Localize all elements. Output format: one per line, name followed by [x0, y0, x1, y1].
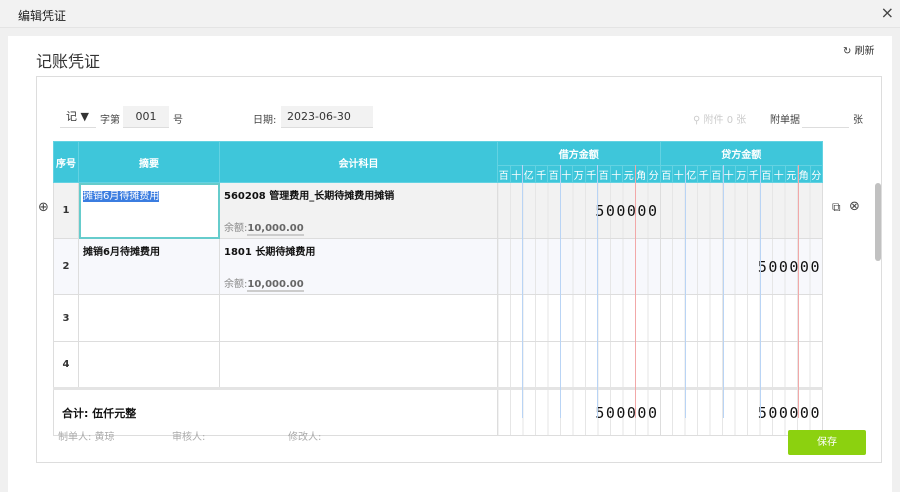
voucher-type-value: 记 — [66, 110, 77, 123]
voucher-table: 序号 摘要 会计科目 借方金额 贷方金额 百十亿千百十万千百十元角分百十亿千百十… — [53, 141, 823, 436]
digit-header: 十 — [722, 165, 736, 183]
digit-header: 百 — [597, 165, 611, 183]
hao-label: 号 — [173, 115, 183, 126]
digit-header: 元 — [784, 165, 798, 183]
summary-cell[interactable] — [78, 341, 220, 389]
digit-separator — [722, 165, 724, 418]
date-label: 日期: — [253, 115, 277, 126]
digit-separator — [760, 165, 761, 418]
digit-separator — [522, 165, 523, 418]
header-account: 会计科目 — [219, 141, 498, 183]
reviewer-label: 审核人: — [172, 432, 206, 443]
copy-row-icon[interactable]: ⧉ — [832, 200, 841, 215]
account-cell[interactable]: 560208 管理费用_长期待摊费用摊销 余额:10,000.00 — [219, 182, 498, 239]
header-credit: 贷方金额 — [659, 141, 823, 166]
maker-label: 制单人: 黄琼 — [58, 432, 115, 443]
digit-header: 百 — [497, 165, 511, 183]
digit-header: 角 — [797, 165, 811, 183]
digit-header: 百 — [759, 165, 773, 183]
row-seq: 4 — [53, 341, 79, 389]
dialog-header: 编辑凭证 × — [0, 0, 900, 28]
digit-header: 元 — [622, 165, 636, 183]
balance: 余额:10,000.00 — [224, 219, 493, 236]
digit-header: 分 — [647, 165, 661, 183]
summary-cell[interactable] — [78, 294, 220, 342]
zhang-label: 张 — [853, 115, 863, 126]
paperclip-icon: ⚲ — [693, 115, 704, 126]
digit-header: 十 — [609, 165, 623, 183]
total-label: 合计: — [62, 406, 89, 420]
digit-header: 角 — [634, 165, 648, 183]
digit-header: 万 — [734, 165, 748, 183]
voucher-type-select[interactable]: 记 ▼ — [60, 106, 96, 128]
header-summary: 摘要 — [78, 141, 220, 183]
digit-header: 十 — [772, 165, 786, 183]
account-cell[interactable]: 1801 长期待摊费用 余额:10,000.00 — [219, 238, 498, 295]
fujian-label: 附单据 — [770, 115, 800, 126]
summary-text: 摊销6月待摊费用 — [83, 191, 160, 202]
fujian-input[interactable] — [802, 106, 849, 128]
summary-cell[interactable]: 摊销6月待摊费用 — [78, 238, 220, 295]
summary-cell[interactable]: 摊销6月待摊费用 — [78, 182, 220, 239]
digit-header: 千 — [534, 165, 548, 183]
balance-label: 余额: — [224, 279, 248, 290]
refresh-icon: ↻ — [843, 46, 855, 57]
account-cell[interactable] — [219, 341, 498, 389]
save-button[interactable]: 保存 — [788, 430, 866, 455]
digit-header: 千 — [747, 165, 761, 183]
attachment-label: 附件 0 张 — [703, 115, 747, 126]
header-debit: 借方金额 — [497, 141, 661, 166]
scrollbar[interactable] — [875, 183, 881, 261]
account-text: 560208 管理费用_长期待摊费用摊销 — [224, 191, 395, 202]
digit-header: 万 — [572, 165, 586, 183]
total-words: 伍仟元整 — [92, 406, 137, 420]
chevron-down-icon: ▼ — [80, 110, 89, 123]
digit-header: 百 — [547, 165, 561, 183]
digit-header: 十 — [672, 165, 686, 183]
digit-separator — [685, 165, 686, 418]
digit-separator — [559, 165, 561, 418]
balance-label: 余额: — [224, 223, 248, 234]
voucher-number-input[interactable]: 001 — [123, 106, 169, 128]
date-input[interactable]: 2023-06-30 — [281, 106, 373, 128]
digit-header: 十 — [509, 165, 523, 183]
table-row: 3 — [53, 294, 823, 342]
balance-value: 10,000.00 — [247, 279, 304, 292]
account-text: 1801 长期待摊费用 — [224, 247, 316, 258]
header-seq: 序号 — [53, 141, 79, 183]
account-cell[interactable] — [219, 294, 498, 342]
digit-header: 分 — [809, 165, 823, 183]
digit-header: 千 — [584, 165, 598, 183]
digit-header: 亿 — [522, 165, 536, 183]
table-row: 1 摊销6月待摊费用 560208 管理费用_长期待摊费用摊销 余额:10,000.0… — [53, 182, 823, 239]
modifier-label: 修改人: — [288, 432, 322, 443]
summary-text: 摊销6月待摊费用 — [83, 247, 160, 258]
row-seq: 2 — [53, 238, 79, 295]
digit-header: 亿 — [684, 165, 698, 183]
row-seq: 3 — [53, 294, 79, 342]
digit-header: 百 — [659, 165, 673, 183]
balance: 余额:10,000.00 — [224, 275, 493, 292]
digit-separator — [597, 165, 598, 418]
page-title: 记账凭证 — [36, 52, 101, 71]
close-icon[interactable]: × — [881, 3, 894, 22]
zi-label: 字第 — [100, 115, 120, 126]
add-row-icon[interactable]: ⊕ — [38, 200, 49, 215]
refresh-button[interactable]: ↻ 刷新 — [843, 42, 875, 57]
digit-separator — [797, 165, 799, 418]
digit-header: 百 — [709, 165, 723, 183]
digit-header: 千 — [697, 165, 711, 183]
table-row: 4 — [53, 341, 823, 389]
attachment-link[interactable]: ⚲ 附件 0 张 — [693, 111, 746, 126]
refresh-label: 刷新 — [854, 46, 875, 57]
table-row: 2 摊销6月待摊费用 1801 长期待摊费用 余额:10,000.00 500000 — [53, 238, 823, 295]
balance-value: 10,000.00 — [247, 223, 304, 236]
digit-header: 十 — [559, 165, 573, 183]
row-seq: 1 — [53, 182, 79, 239]
digit-separator — [634, 165, 636, 418]
delete-row-icon[interactable]: ⊗ — [849, 199, 860, 214]
total-row: 合计: 伍仟元整 500000 500000 — [53, 388, 823, 436]
dialog-title: 编辑凭证 — [18, 9, 67, 23]
